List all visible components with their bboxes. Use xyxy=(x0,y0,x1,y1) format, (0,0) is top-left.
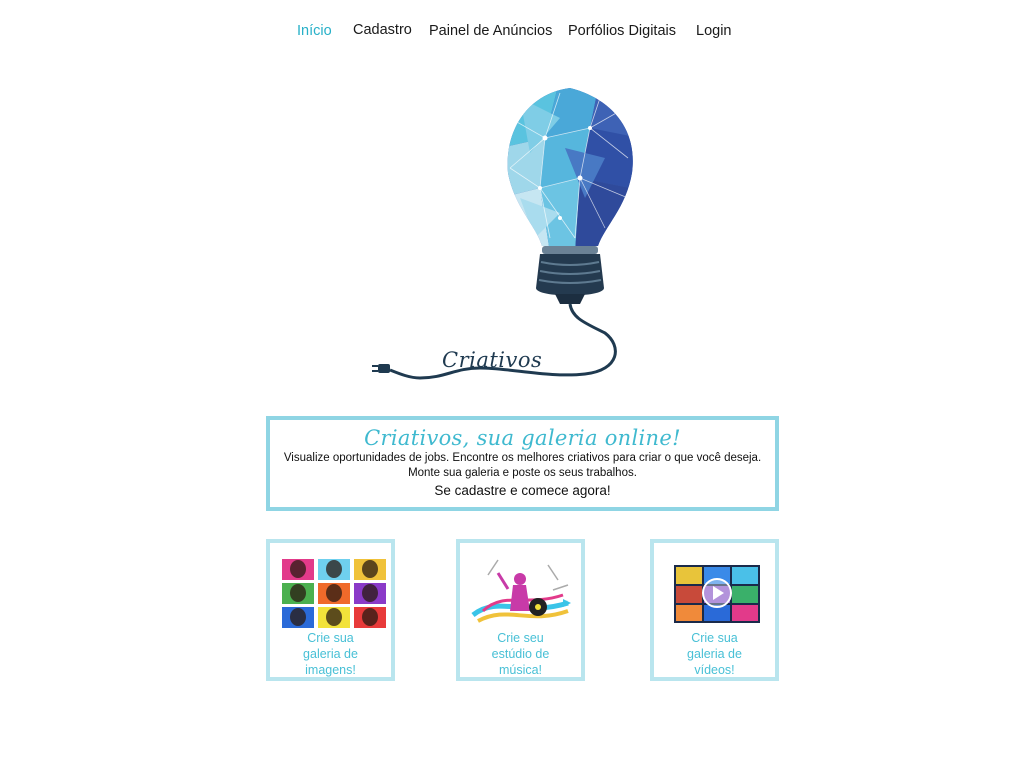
nav-item-painel-de-anuncios[interactable]: Painel de Anúncios xyxy=(429,23,552,39)
logo-wordmark: Criativos xyxy=(442,348,543,372)
nav-item-login[interactable]: Login xyxy=(696,23,731,39)
card-caption-line: galeria de xyxy=(303,647,358,661)
card-caption-line: estúdio de xyxy=(491,647,550,661)
nav-item-portfolios-digitais[interactable]: Porfólios Digitais xyxy=(568,23,676,39)
video-wall-image xyxy=(662,555,767,627)
card-caption-line: música! xyxy=(498,663,543,677)
intro-line-1: Visualize oportunidades de jobs. Encontr… xyxy=(283,452,762,464)
card-caption: Crie sua galeria de imagens! xyxy=(270,630,391,678)
card-caption-line: Crie sua xyxy=(691,631,738,645)
card-image-gallery[interactable]: Crie sua galeria de imagens! xyxy=(266,539,395,681)
intro-box: Criativos, sua galeria online! Visualize… xyxy=(266,416,779,511)
card-video-gallery[interactable]: Crie sua galeria de vídeos! xyxy=(650,539,779,681)
intro-line-3: Se cadastre e comece agora! xyxy=(434,483,611,498)
card-caption: Crie seu estúdio de música! xyxy=(460,630,581,678)
card-caption-line: vídeos! xyxy=(694,663,735,677)
nav-item-cadastro[interactable]: Cadastro xyxy=(353,22,412,38)
lightbulb-icon xyxy=(372,88,633,380)
pop-art-image xyxy=(278,555,386,628)
card-caption-line: imagens! xyxy=(305,663,356,677)
lightbulb-logo: Criativos xyxy=(360,78,660,388)
card-music-studio[interactable]: Crie seu estúdio de música! xyxy=(456,539,585,681)
card-caption-line: galeria de xyxy=(687,647,742,661)
music-art-image xyxy=(468,555,573,627)
card-caption-line: Crie sua xyxy=(307,631,354,645)
intro-title: Criativos, sua galeria online! xyxy=(364,426,681,450)
main-nav: Início Cadastro Painel de Anúncios Porfó… xyxy=(0,20,1024,44)
nav-item-inicio[interactable]: Início xyxy=(297,23,332,39)
card-caption: Crie sua galeria de vídeos! xyxy=(654,630,775,678)
card-caption-line: Crie seu xyxy=(497,631,544,645)
intro-line-2: Monte sua galeria e poste os seus trabal… xyxy=(408,467,637,479)
